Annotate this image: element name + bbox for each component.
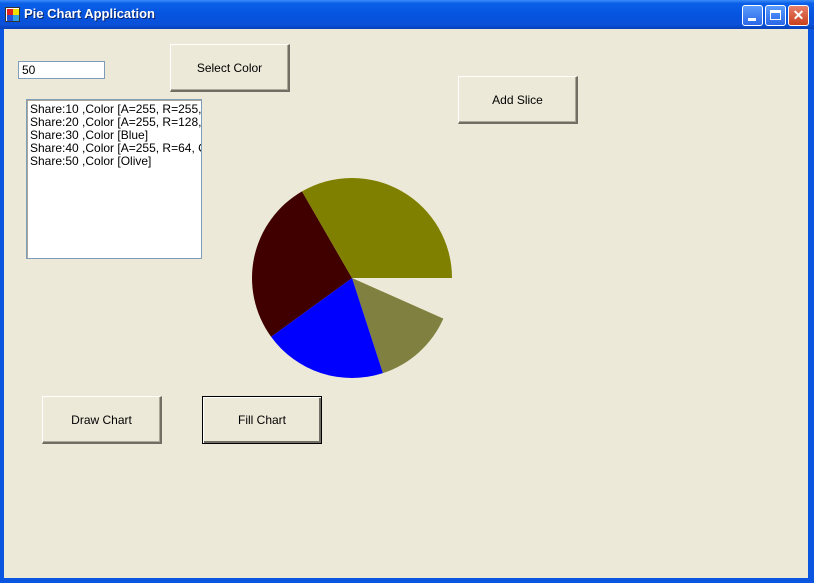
pie-chart bbox=[251, 178, 452, 379]
maximize-button[interactable] bbox=[765, 5, 786, 26]
minimize-button[interactable] bbox=[742, 5, 763, 26]
close-button[interactable]: ✕ bbox=[788, 5, 809, 26]
app-icon[interactable] bbox=[5, 7, 20, 22]
maximize-icon bbox=[770, 10, 781, 20]
form-client-area: Select Color Add Slice Share:10 ,Color [… bbox=[4, 29, 808, 578]
title-bar[interactable]: Pie Chart Application ✕ bbox=[0, 0, 814, 29]
window-title: Pie Chart Application bbox=[24, 6, 155, 21]
app-window: Pie Chart Application ✕ Select Color Add… bbox=[0, 0, 814, 583]
minimize-icon bbox=[748, 18, 756, 21]
close-icon: ✕ bbox=[792, 7, 805, 23]
